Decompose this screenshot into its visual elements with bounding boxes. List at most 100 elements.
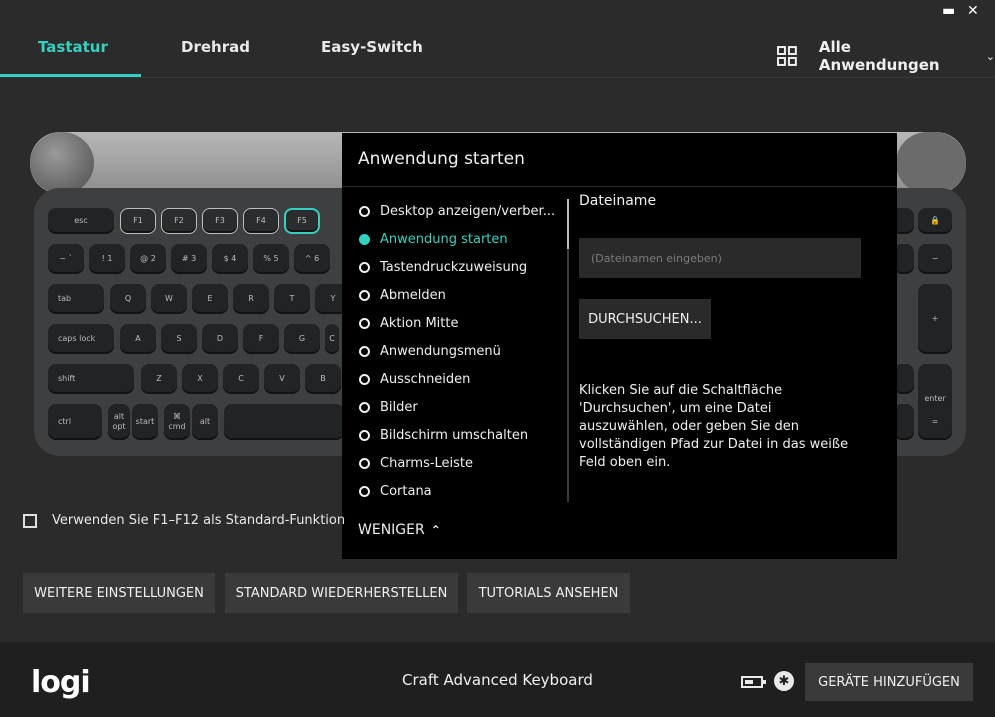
fkey-checkbox-label: Verwenden Sie F1–F12 als Standard-Funkti… — [52, 513, 346, 528]
key-f2[interactable]: F2 — [161, 208, 197, 234]
key-esc[interactable]: esc — [48, 208, 114, 234]
key-x[interactable]: X — [182, 364, 218, 394]
key-right-5[interactable] — [894, 404, 914, 440]
option-charms[interactable]: Charms-Leiste — [359, 456, 473, 471]
keyboard-top-right — [896, 132, 966, 194]
radio-icon — [359, 458, 370, 469]
key-b[interactable]: B — [305, 364, 341, 394]
option-anwendung-starten[interactable]: Anwendung starten — [359, 232, 508, 247]
option-bilder[interactable]: Bilder — [359, 400, 418, 415]
key-tilde[interactable]: ~ ` — [48, 244, 84, 274]
tab-easy-switch[interactable]: Easy-Switch — [321, 38, 423, 56]
key-tab[interactable]: tab — [48, 284, 104, 314]
key-f1[interactable]: F1 — [120, 208, 156, 234]
key-right-4[interactable] — [894, 364, 914, 394]
key-a[interactable]: A — [120, 324, 156, 354]
top-bar: Tastatur Drehrad Easy-Switch ▬ ✕ Alle An… — [0, 0, 995, 78]
restore-defaults-button[interactable]: STANDARD WIEDERHERSTELLEN — [225, 573, 458, 613]
key-g[interactable]: G — [284, 324, 320, 354]
option-label: Tastendruckzuweisung — [380, 260, 528, 275]
option-label: Abmelden — [380, 288, 446, 303]
option-abmelden[interactable]: Abmelden — [359, 288, 446, 303]
radio-icon — [359, 290, 370, 301]
key-ctrl[interactable]: ctrl — [48, 404, 102, 440]
option-label: Cortana — [380, 484, 432, 499]
key-t[interactable]: T — [274, 284, 310, 314]
key-3[interactable]: # 3 — [171, 244, 207, 274]
key-4[interactable]: $ 4 — [212, 244, 248, 274]
key-f4[interactable]: F4 — [243, 208, 279, 234]
radio-selected-icon — [359, 234, 370, 245]
logi-logo: logi — [31, 665, 91, 700]
app-selector[interactable]: Alle Anwendungen ⌄ — [777, 38, 995, 74]
filename-input[interactable] — [579, 238, 861, 278]
key-minus[interactable]: − — [918, 244, 952, 274]
more-settings-button[interactable]: WEITERE EINSTELLUNGEN — [23, 573, 215, 613]
browse-hint: Klicken Sie auf die Schaltfläche 'Durchs… — [579, 383, 849, 470]
minimize-icon[interactable]: ▬ — [942, 3, 955, 19]
key-right-1[interactable] — [894, 244, 914, 274]
key-partial[interactable]: C — [325, 324, 339, 354]
key-caps-lock[interactable]: caps lock — [48, 324, 114, 354]
option-desktop[interactable]: Desktop anzeigen/verber... — [359, 204, 555, 219]
tab-tastatur[interactable]: Tastatur — [38, 38, 108, 56]
grid-icon — [777, 46, 797, 66]
key-shift[interactable]: shift — [48, 364, 134, 394]
key-space[interactable] — [224, 404, 344, 440]
battery-icon — [741, 676, 766, 688]
less-label: WENIGER — [358, 522, 425, 538]
option-label: Bilder — [380, 400, 418, 415]
filename-label: Dateiname — [579, 193, 657, 209]
tutorials-button[interactable]: TUTORIALS ANSEHEN — [467, 573, 630, 613]
key-s[interactable]: S — [161, 324, 197, 354]
close-icon[interactable]: ✕ — [967, 3, 979, 19]
key-c[interactable]: C — [223, 364, 259, 394]
key-1[interactable]: ! 1 — [89, 244, 125, 274]
key-r[interactable]: R — [233, 284, 269, 314]
chevron-down-icon: ⌄ — [985, 49, 995, 63]
option-label: Desktop anzeigen/verber... — [380, 204, 556, 219]
key-z[interactable]: Z — [141, 364, 177, 394]
key-equals[interactable]: = — [918, 404, 952, 440]
option-tastendruck[interactable]: Tastendruckzuweisung — [359, 260, 527, 275]
key-alt[interactable]: alt — [192, 404, 218, 440]
divider — [342, 186, 897, 187]
fkey-checkbox[interactable] — [23, 514, 37, 528]
key-f3[interactable]: F3 — [202, 208, 238, 234]
option-bildschirm[interactable]: Bildschirm umschalten — [359, 428, 528, 443]
key-w[interactable]: W — [151, 284, 187, 314]
option-cortana[interactable]: Cortana — [359, 484, 432, 499]
key-5[interactable]: % 5 — [253, 244, 289, 274]
tab-drehrad[interactable]: Drehrad — [181, 38, 250, 56]
option-aktion-mitte[interactable]: Aktion Mitte — [359, 316, 458, 331]
key-v[interactable]: V — [264, 364, 300, 394]
key-e[interactable]: E — [192, 284, 228, 314]
chevron-up-icon: ⌃ — [430, 523, 441, 537]
radio-icon — [359, 206, 370, 217]
lock-icon[interactable]: 🔒 — [918, 208, 952, 234]
less-toggle[interactable]: WENIGER ⌃ — [358, 522, 441, 538]
key-2[interactable]: @ 2 — [130, 244, 166, 274]
key-plus[interactable]: + — [918, 284, 952, 354]
radio-icon — [359, 318, 370, 329]
option-label: Aktion Mitte — [380, 316, 459, 331]
key-start[interactable]: start — [132, 404, 158, 440]
option-anwendungsmenue[interactable]: Anwendungsmenü — [359, 344, 501, 359]
key-cmd[interactable]: ⌘ cmd — [164, 404, 190, 440]
key-q[interactable]: Q — [110, 284, 146, 314]
radio-icon — [359, 374, 370, 385]
key-alt-opt[interactable]: alt opt — [108, 404, 130, 440]
radio-icon — [359, 402, 370, 413]
key-f5[interactable]: F5 — [284, 208, 320, 234]
option-ausschneiden[interactable]: Ausschneiden — [359, 372, 470, 387]
browse-button[interactable]: DURCHSUCHEN... — [579, 299, 711, 339]
options-scrollbar-thumb[interactable] — [567, 199, 569, 249]
radio-icon — [359, 262, 370, 273]
key-6[interactable]: ^ 6 — [294, 244, 330, 274]
add-devices-button[interactable]: GERÄTE HINZUFÜGEN — [805, 663, 973, 701]
crown-dial[interactable] — [30, 132, 94, 194]
key-d[interactable]: D — [202, 324, 238, 354]
key-f[interactable]: F — [243, 324, 279, 354]
radio-icon — [359, 486, 370, 497]
device-name[interactable]: Craft Advanced Keyboard — [402, 671, 593, 689]
